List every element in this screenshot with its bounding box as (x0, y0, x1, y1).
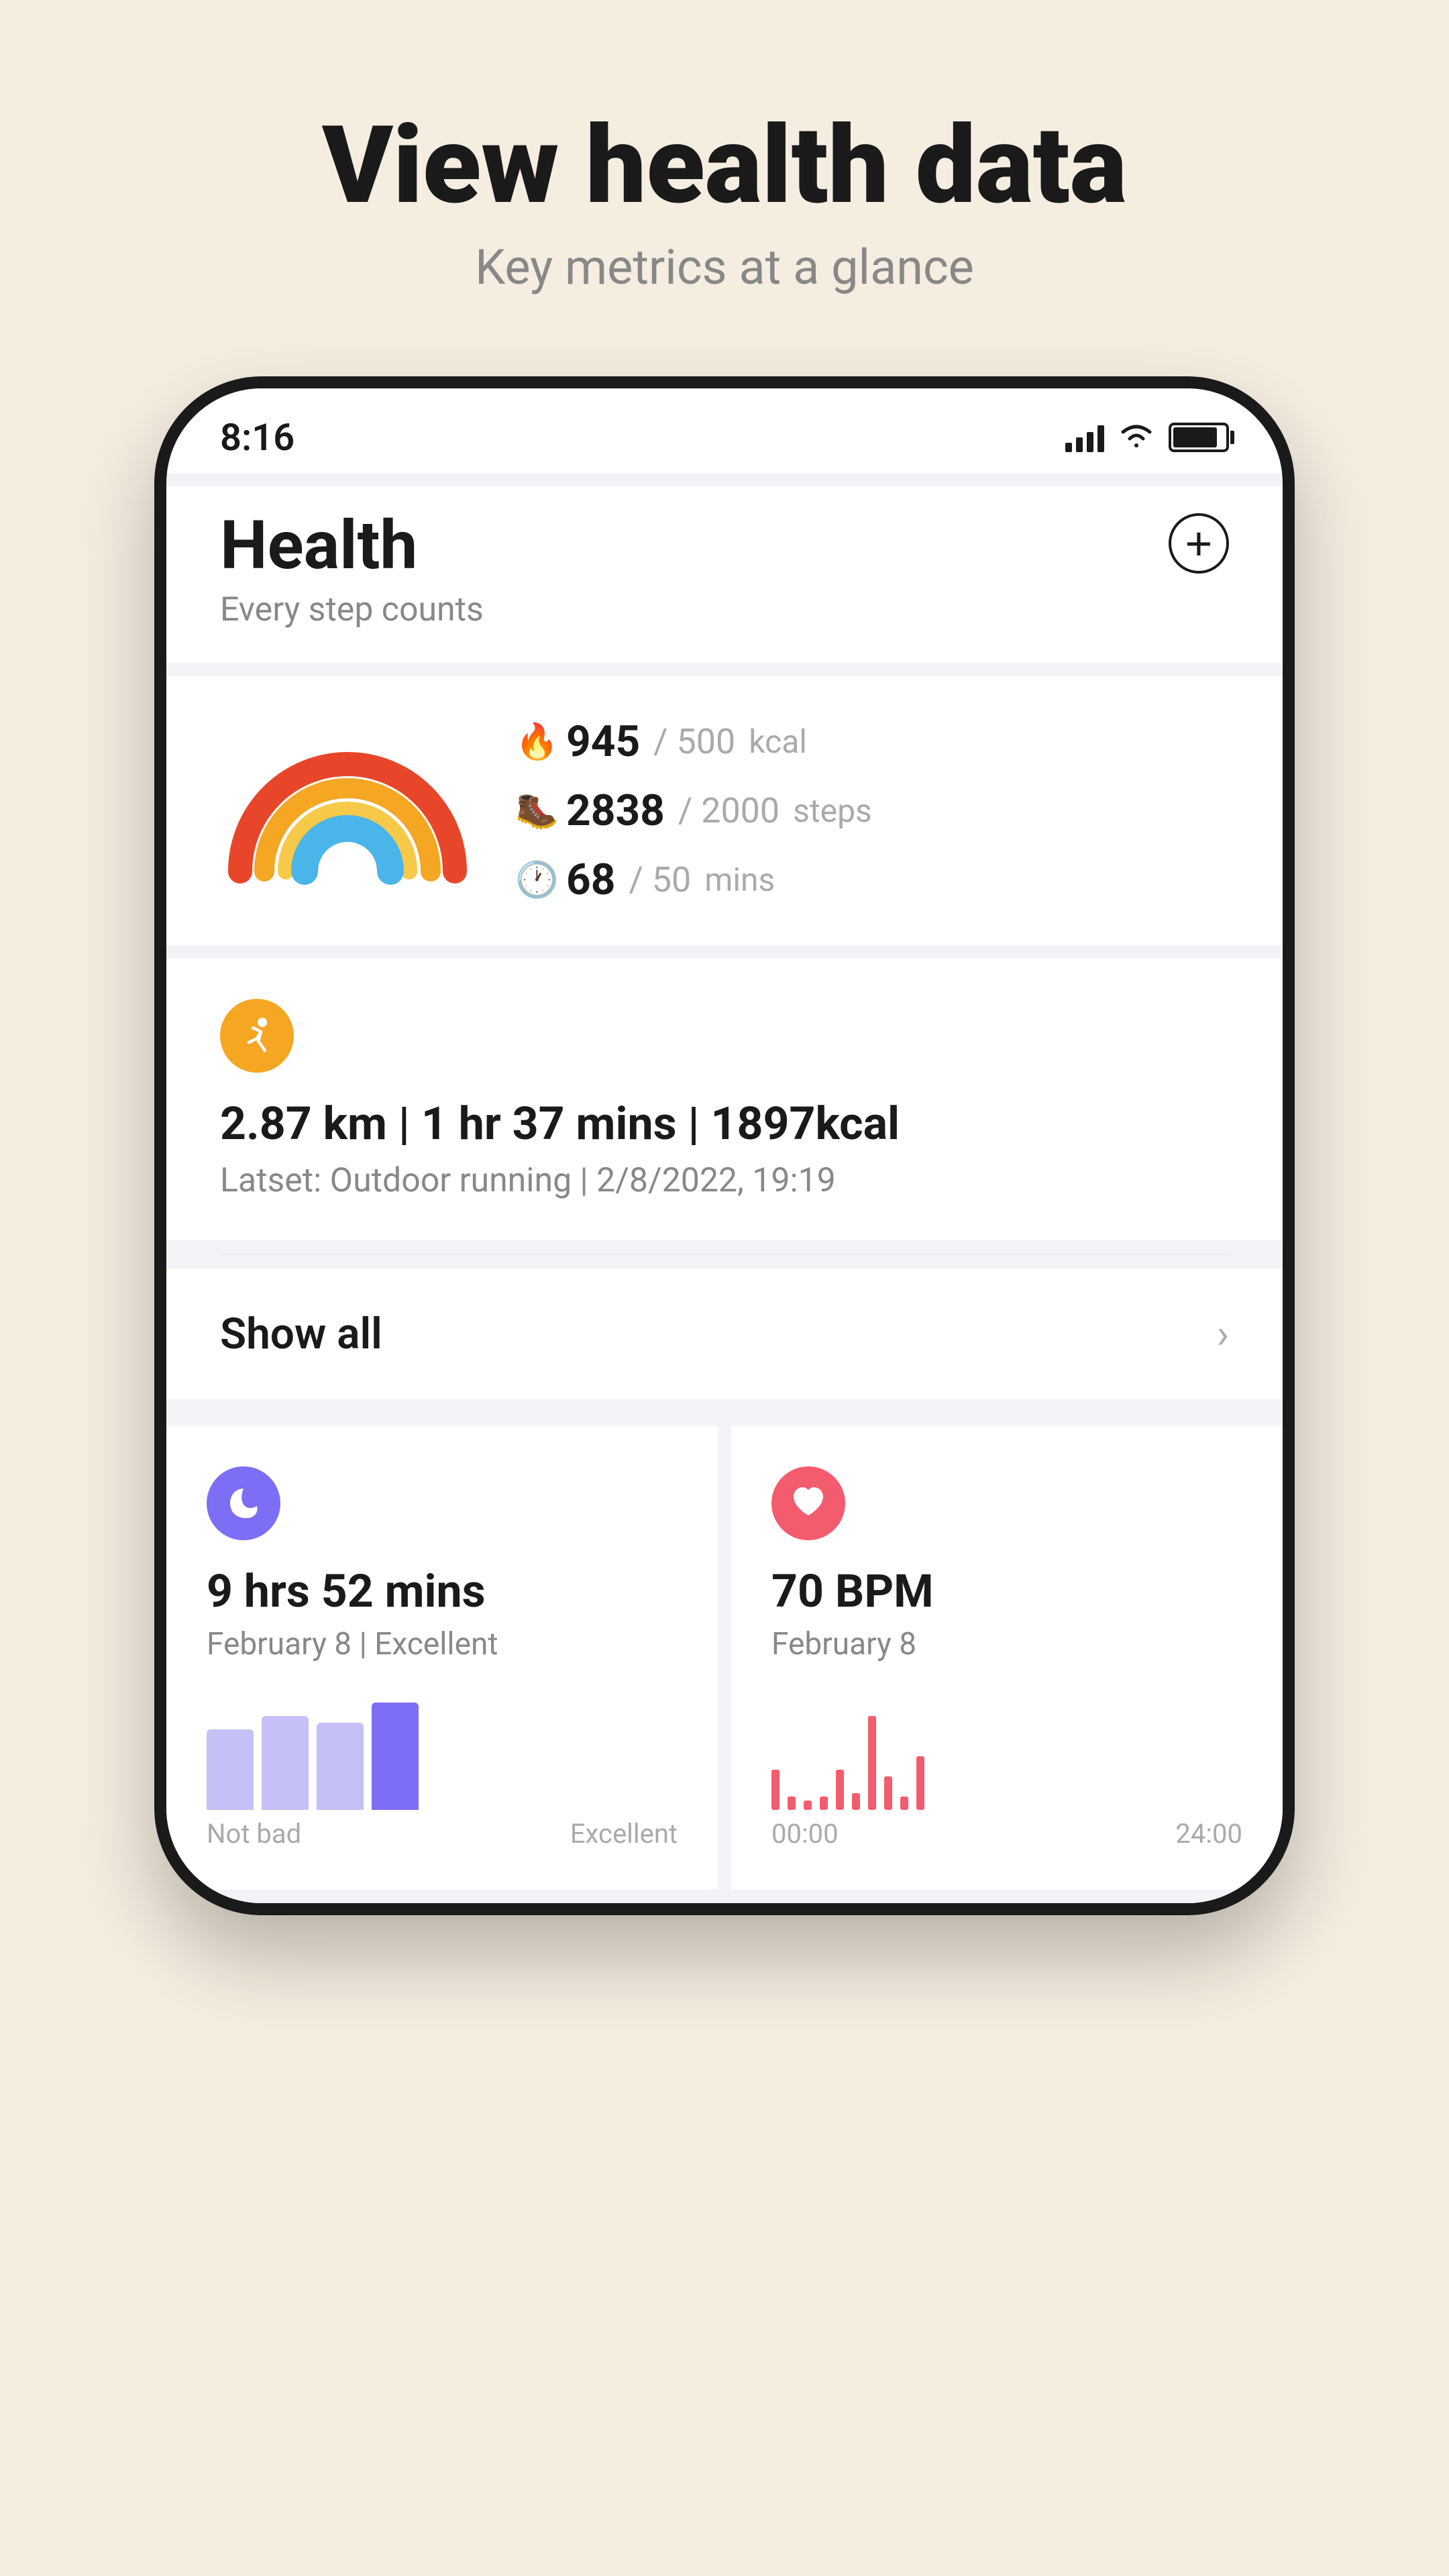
sleep-icon-circle (207, 1466, 280, 1540)
sleep-label-right: Excellent (570, 1818, 678, 1849)
activity-card: 🔥 945 / 500 kcal 🥾 2838 / 2000 steps 🕐 6… (166, 676, 1283, 945)
page-subtitle: Key metrics at a glance (322, 239, 1127, 296)
calories-value: 945 (566, 716, 640, 767)
app-title-group: Health Every step counts (220, 506, 484, 629)
show-all-text: Show all (220, 1309, 382, 1359)
page-heading: View health data Key metrics at a glance (322, 107, 1127, 296)
status-time: 8:16 (220, 415, 294, 460)
add-button[interactable]: + (1169, 513, 1229, 574)
calories-unit: kcal (749, 722, 807, 761)
workout-detail: Latset: Outdoor running | 2/8/2022, 19:1… (220, 1161, 1229, 1200)
workout-main: 2.87 km | 1 hr 37 mins | 1897kcal (220, 1097, 1229, 1150)
app-subtitle: Every step counts (220, 590, 484, 629)
battery-icon (1169, 423, 1229, 452)
app-title: Health (220, 506, 484, 585)
steps-value: 2838 (566, 786, 665, 836)
app-header: Health Every step counts + (166, 486, 1283, 663)
fire-icon: 🔥 (515, 721, 553, 762)
sleep-detail: February 8 | Excellent (207, 1626, 678, 1662)
wifi-icon (1118, 417, 1155, 458)
heart-chart-labels: 00:00 24:00 (771, 1818, 1242, 1849)
rainbow-container (220, 737, 475, 885)
signal-icon (1065, 423, 1104, 452)
heart-label-right: 24:00 (1175, 1818, 1242, 1849)
calories-row: 🔥 945 / 500 kcal (515, 716, 1229, 767)
heart-icon-circle (771, 1466, 845, 1540)
minutes-goal: / 50 (629, 859, 691, 900)
calories-goal: / 500 (653, 721, 735, 762)
heart-rate-card: 70 BPM February 8 00:00 24:00 (731, 1426, 1283, 1890)
content-wrapper: Health Every step counts + (166, 486, 1283, 1903)
heart-rate-value: 70 BPM (771, 1564, 1242, 1618)
phone-frame: 8:16 Health (154, 376, 1295, 1915)
steps-goal: / 2000 (678, 790, 780, 831)
steps-unit: steps (793, 792, 872, 830)
minutes-value: 68 (566, 855, 615, 905)
metrics-grid: 9 hrs 52 mins February 8 | Excellent Not… (166, 1413, 1283, 1903)
sleep-card: 9 hrs 52 mins February 8 | Excellent Not… (166, 1426, 718, 1890)
activity-stats: 🔥 945 / 500 kcal 🥾 2838 / 2000 steps 🕐 6… (515, 716, 1229, 905)
shoe-icon: 🥾 (515, 790, 553, 831)
workout-card: 2.87 km | 1 hr 37 mins | 1897kcal Latset… (166, 959, 1283, 1240)
chevron-right-icon: › (1217, 1310, 1229, 1358)
status-icons (1065, 417, 1229, 458)
steps-row: 🥾 2838 / 2000 steps (515, 786, 1229, 836)
status-bar: 8:16 (166, 388, 1283, 473)
minutes-unit: mins (704, 861, 775, 899)
workout-icon-circle (220, 999, 294, 1073)
sleep-labels: Not bad Excellent (207, 1818, 678, 1849)
page-title: View health data (322, 107, 1127, 225)
heart-rate-chart (771, 1689, 1242, 1810)
sleep-chart (207, 1689, 678, 1810)
minutes-row: 🕐 68 / 50 mins (515, 855, 1229, 905)
sleep-value: 9 hrs 52 mins (207, 1564, 678, 1618)
heart-label-left: 00:00 (771, 1818, 839, 1849)
sleep-label-left: Not bad (207, 1818, 301, 1849)
heart-rate-detail: February 8 (771, 1626, 1242, 1662)
section-separator (220, 1254, 1229, 1255)
show-all-row[interactable]: Show all › (166, 1269, 1283, 1399)
clock-icon: 🕐 (515, 859, 553, 900)
